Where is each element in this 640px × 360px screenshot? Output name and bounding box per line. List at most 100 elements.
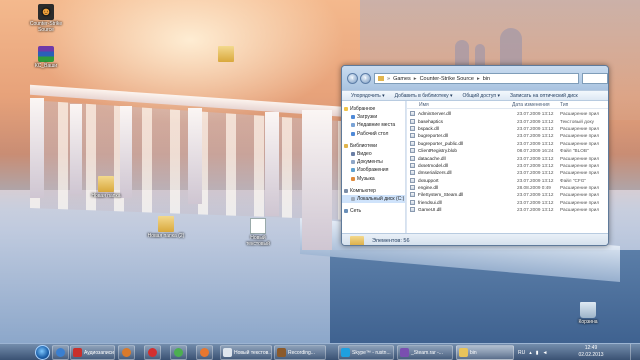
- desktop-icon-text-document[interactable]: Новый текстовый: [238, 218, 278, 248]
- folder-icon: [158, 216, 174, 232]
- file-row[interactable]: GameUI.dll 23.07.2009 13:12 Расширение при…: [407, 206, 608, 213]
- nav-item-icon: [351, 168, 355, 173]
- column-header-date[interactable]: Дата изменения: [512, 102, 560, 108]
- breadcrumb-item[interactable]: Games: [393, 76, 411, 82]
- column-header-type[interactable]: Тип: [560, 102, 608, 108]
- nav-item[interactable]: Видео: [342, 150, 405, 158]
- add-to-library-button[interactable]: Добавить в библиотеку ▾: [395, 93, 453, 99]
- desktop-icon-new-folder-2[interactable]: Новая папка (2): [146, 216, 186, 240]
- organize-button[interactable]: Упорядочить ▾: [351, 93, 385, 99]
- desktop-icon-folder[interactable]: [206, 46, 246, 64]
- file-row[interactable]: datacache.dll 23.07.2009 13:12 Расширение …: [407, 154, 608, 161]
- nav-item[interactable]: Локальный диск (C:): [342, 194, 405, 204]
- clock[interactable]: 12:49 02.02.2013: [575, 345, 607, 359]
- nav-item[interactable]: Рабочий стол: [342, 130, 405, 138]
- file-row[interactable]: FileSystem_Steam.dll 23.07.2009 13:12 Расш…: [407, 191, 608, 198]
- railing-post: [302, 110, 332, 250]
- explorer-window[interactable]: ‹ › » Games ▸ Counter-Strike Source ▸ bi…: [341, 65, 609, 246]
- nav-item[interactable]: Музыка: [342, 175, 405, 183]
- desktop-icon-new-folder[interactable]: Новая папка: [86, 176, 126, 200]
- nav-item-label: Сеть: [350, 208, 362, 215]
- task-label: Recording...: [288, 349, 315, 356]
- file-row[interactable]: engine.dll 28.08.2009 0:49 Расширение прил: [407, 184, 608, 191]
- network-icon[interactable]: ▮: [536, 350, 539, 356]
- nav-item[interactable]: Изображения: [342, 166, 405, 174]
- file-icon: [410, 199, 415, 205]
- railing-post: [70, 104, 82, 194]
- file-date: 23.07.2009 13:12: [517, 125, 554, 131]
- desktop-icon-recycle-bin[interactable]: Корзина: [568, 302, 608, 326]
- file-name: bspack.dll: [418, 125, 439, 131]
- task-label: Новый текстов...: [234, 349, 272, 356]
- taskbar-task-button[interactable]: Новый текстов...: [220, 345, 272, 360]
- nav-item[interactable]: Недавние места: [342, 121, 405, 129]
- media-player-taskbar-button[interactable]: [118, 345, 135, 360]
- file-type: Расширение прил: [560, 133, 600, 139]
- nav-item-icon: [351, 176, 355, 181]
- chrome-taskbar-button[interactable]: [170, 345, 187, 360]
- file-icon: [410, 148, 415, 154]
- breadcrumb-item[interactable]: bin: [483, 76, 490, 82]
- taskbar-task-button[interactable]: bin: [456, 345, 514, 360]
- show-desktop-button[interactable]: [630, 344, 640, 360]
- file-name: bugreporter.dll: [418, 133, 448, 139]
- file-row[interactable]: AdminServer.dll 23.07.2009 13:12 Расширени…: [407, 110, 608, 117]
- command-bar: Упорядочить ▾ Добавить в библиотеку ▾ Об…: [342, 90, 608, 101]
- nav-item[interactable]: Сеть: [342, 207, 405, 215]
- search-input[interactable]: [582, 73, 608, 84]
- file-row[interactable]: ClientRegistry.blob 08.07.2009 16:24 Файл …: [407, 147, 608, 154]
- file-row[interactable]: friendsui.dll 23.07.2009 13:12 Расширение …: [407, 199, 608, 206]
- task-label: bin: [470, 349, 477, 356]
- ie-taskbar-button[interactable]: [52, 345, 69, 360]
- desktop-icon-counter-strike[interactable]: ☻ Counter-Strike Source: [26, 4, 66, 34]
- language-indicator[interactable]: RU: [518, 350, 525, 356]
- window-titlebar[interactable]: ‹ › » Games ▸ Counter-Strike Source ▸ bi…: [342, 66, 608, 90]
- share-button[interactable]: Общий доступ ▾: [463, 93, 501, 99]
- nav-item-label: Рабочий стол: [357, 130, 389, 137]
- chrome-icon: [174, 348, 183, 357]
- taskbar-task-button[interactable]: Аудиозаписи А...: [70, 345, 115, 360]
- taskbar-task-button[interactable]: Skype™ - rustn...: [338, 345, 394, 360]
- nav-item[interactable]: Загрузки: [342, 113, 405, 121]
- file-date: 23.07.2009 13:12: [517, 155, 554, 161]
- file-row[interactable]: dxsetmodel.dll 23.07.2009 13:12 Расширение…: [407, 162, 608, 169]
- back-button[interactable]: ‹: [347, 73, 358, 84]
- desktop-icon-winrar[interactable]: КС_Ваши: [26, 46, 66, 70]
- task-app-icon: [223, 348, 232, 357]
- file-type: Расширение прил: [560, 170, 600, 176]
- firefox-taskbar-button[interactable]: [196, 345, 213, 360]
- desktop-icon-label: Новый текстовый: [246, 235, 270, 247]
- desktop-icon-label: Counter-Strike Source: [29, 21, 63, 33]
- address-bar[interactable]: » Games ▸ Counter-Strike Source ▸ bin: [374, 73, 579, 84]
- volume-icon[interactable]: ◄: [543, 350, 548, 356]
- forward-button[interactable]: ›: [360, 73, 371, 84]
- file-row[interactable]: bugreporter_public.dll 23.07.2009 13:12 Ра…: [407, 140, 608, 147]
- nav-item-icon: [351, 115, 355, 120]
- breadcrumb-item[interactable]: Counter-Strike Source: [420, 76, 474, 82]
- taskbar-task-button[interactable]: _Steam.rar -...: [397, 345, 453, 360]
- task-label: Skype™ - rustn...: [352, 349, 391, 356]
- file-row[interactable]: dmserializers.dll 23.07.2009 13:12 Расшире…: [407, 169, 608, 176]
- burn-button[interactable]: Записать на оптический диск: [510, 93, 578, 99]
- taskbar-task-button[interactable]: Recording...: [274, 345, 326, 360]
- nav-item[interactable]: Компьютер: [342, 187, 405, 195]
- nav-item[interactable]: Библиотеки: [342, 142, 405, 150]
- file-type: Расширение прил: [560, 111, 600, 117]
- column-header-name[interactable]: Имя: [407, 102, 512, 108]
- file-name: basehaptics: [418, 118, 444, 124]
- task-label: _Steam.rar -...: [411, 349, 443, 356]
- file-icon: [410, 170, 415, 176]
- folder-icon: [218, 46, 234, 62]
- file-row[interactable]: bspack.dll 23.07.2009 13:12 Расширение при…: [407, 125, 608, 132]
- nav-item[interactable]: Избранное: [342, 105, 405, 113]
- start-button[interactable]: [35, 345, 50, 360]
- file-row[interactable]: bugreporter.dll 23.07.2009 13:12 Расширени…: [407, 132, 608, 139]
- file-icon: [410, 192, 415, 198]
- railing-post: [30, 98, 44, 198]
- file-row[interactable]: basehaptics 23.07.2009 13:12 Текстовый док…: [407, 117, 608, 124]
- file-row[interactable]: dxsupport 23.07.2009 13:12 Файл "CFG": [407, 177, 608, 184]
- nav-item[interactable]: Документы: [342, 158, 405, 166]
- tray-arrow-icon[interactable]: ▴: [529, 350, 532, 356]
- file-type: Файл "BLOB": [560, 148, 589, 154]
- opera-taskbar-button[interactable]: [144, 345, 161, 360]
